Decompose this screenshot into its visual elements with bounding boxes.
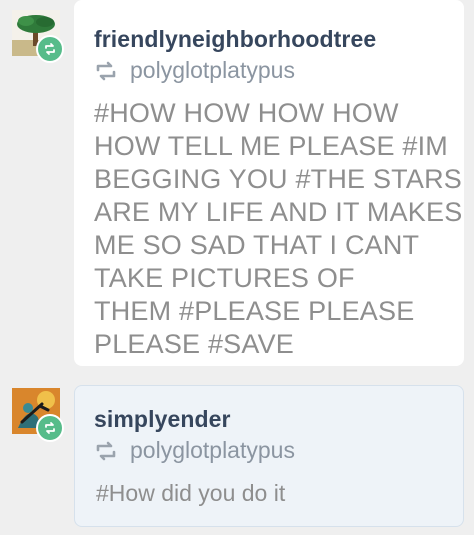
reblog-icon bbox=[94, 61, 118, 81]
post-username[interactable]: simplyender bbox=[94, 406, 231, 433]
reblog-source-name[interactable]: polyglotplatypus bbox=[130, 437, 295, 464]
tag-line[interactable]: BEGGING YOU #THE STARS bbox=[94, 163, 462, 196]
post-tags: #HOW HOW HOW HOW HOW TELL ME PLEASE #IM … bbox=[94, 97, 462, 361]
post-tag[interactable]: #How did you do it bbox=[96, 480, 285, 507]
tag-line[interactable]: THEM #PLEASE PLEASE bbox=[94, 295, 462, 328]
tag-line[interactable]: TAKE PICTURES OF bbox=[94, 262, 462, 295]
tag-line[interactable]: PLEASE #SAVE bbox=[94, 328, 462, 361]
reblog-badge-icon bbox=[36, 414, 64, 442]
tag-line[interactable]: HOW TELL ME PLEASE #IM bbox=[94, 130, 462, 163]
reblog-icon bbox=[94, 441, 118, 461]
reblog-badge-icon bbox=[36, 35, 64, 63]
tag-line[interactable]: #HOW HOW HOW HOW bbox=[94, 97, 462, 130]
tag-line[interactable]: ME SO SAD THAT I CANT bbox=[94, 229, 462, 262]
reblog-source: polyglotplatypus bbox=[94, 57, 295, 84]
reblog-source-name[interactable]: polyglotplatypus bbox=[130, 57, 295, 84]
tag-line[interactable]: ARE MY LIFE AND IT MAKES bbox=[94, 196, 462, 229]
reblog-source: polyglotplatypus bbox=[94, 437, 295, 464]
post-username[interactable]: friendlyneighborhoodtree bbox=[94, 26, 376, 53]
